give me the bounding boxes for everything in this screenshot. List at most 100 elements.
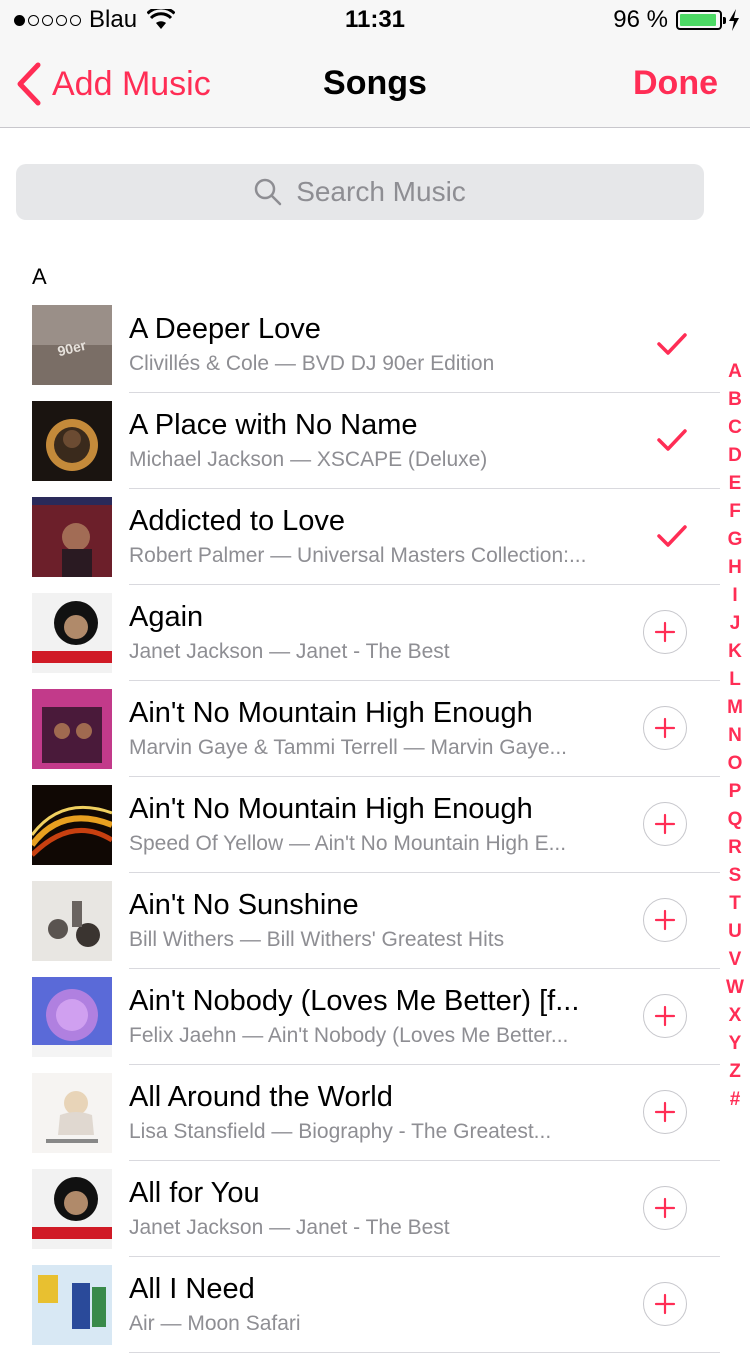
song-subtitle: Janet Jackson — Janet - The Best — [129, 640, 450, 663]
song-subtitle: Speed Of Yellow — Ain't No Mountain High… — [129, 832, 567, 855]
index-letter[interactable]: E — [724, 470, 746, 498]
add-song-button[interactable] — [643, 1282, 687, 1326]
song-title: All I Need — [129, 1273, 255, 1305]
plus-icon — [654, 717, 676, 739]
index-letter[interactable]: U — [724, 918, 746, 946]
album-art — [32, 401, 112, 481]
index-letter[interactable]: M — [724, 694, 746, 722]
plus-icon — [654, 1197, 676, 1219]
add-song-button[interactable] — [643, 706, 687, 750]
index-letter[interactable]: J — [724, 610, 746, 638]
song-title: A Place with No Name — [129, 409, 418, 441]
index-letter[interactable]: Y — [724, 1030, 746, 1058]
charging-bolt-icon — [729, 9, 739, 31]
song-subtitle: Robert Palmer — Universal Masters Collec… — [129, 544, 587, 567]
index-letter[interactable]: H — [724, 554, 746, 582]
song-title: Ain't No Mountain High Enough — [129, 697, 533, 729]
album-art — [32, 1073, 112, 1153]
add-song-button[interactable] — [643, 1186, 687, 1230]
done-button[interactable]: Done — [633, 64, 718, 103]
index-letter[interactable]: X — [724, 1002, 746, 1030]
index-letter[interactable]: W — [724, 974, 746, 1002]
search-icon — [254, 178, 282, 206]
add-song-button[interactable] — [643, 610, 687, 654]
song-row[interactable]: A Place with No Name Michael Jackson — X… — [0, 393, 720, 489]
index-letter[interactable]: R — [724, 834, 746, 862]
index-letter[interactable]: P — [724, 778, 746, 806]
back-button[interactable]: Add Music — [16, 62, 211, 106]
song-title: All Around the World — [129, 1081, 393, 1113]
section-index[interactable]: A B C D E F G H I J K L M N O P Q R S T … — [724, 358, 746, 1114]
index-letter[interactable]: D — [724, 442, 746, 470]
add-song-button[interactable] — [643, 994, 687, 1038]
album-art — [32, 593, 112, 673]
song-row[interactable]: Ain't No Mountain High Enough Marvin Gay… — [0, 681, 720, 777]
album-art — [32, 977, 112, 1057]
index-letter[interactable]: Z — [724, 1058, 746, 1086]
song-row[interactable]: All Around the World Lisa Stansfield — B… — [0, 1065, 720, 1161]
song-subtitle: Clivillés & Cole — BVD DJ 90er Edition — [129, 352, 495, 375]
index-letter[interactable]: K — [724, 638, 746, 666]
index-letter[interactable]: V — [724, 946, 746, 974]
song-title: Addicted to Love — [129, 505, 346, 537]
song-row[interactable]: Addicted to Love Robert Palmer — Univers… — [0, 489, 720, 585]
battery-level-fill — [680, 14, 717, 26]
index-letter[interactable]: G — [724, 526, 746, 554]
index-letter[interactable]: I — [724, 582, 746, 610]
song-subtitle: Lisa Stansfield — Biography - The Greate… — [129, 1120, 552, 1143]
song-row[interactable]: Ain't No Mountain High Enough Speed Of Y… — [0, 777, 720, 873]
song-row[interactable]: Ain't No Sunshine Bill Withers — Bill Wi… — [0, 873, 720, 969]
index-letter[interactable]: B — [724, 386, 746, 414]
album-art — [32, 1169, 112, 1249]
index-letter[interactable]: C — [724, 414, 746, 442]
song-subtitle: Janet Jackson — Janet - The Best — [129, 1216, 450, 1239]
index-letter[interactable]: F — [724, 498, 746, 526]
song-subtitle: Felix Jaehn — Ain't Nobody (Loves Me Bet… — [129, 1024, 569, 1047]
song-row[interactable]: 90er A Deeper Love Clivillés & Cole — BV… — [0, 297, 720, 393]
song-row[interactable]: All for You Janet Jackson — Janet - The … — [0, 1161, 720, 1257]
song-title: Ain't No Mountain High Enough — [129, 793, 533, 825]
song-subtitle: Bill Withers — Bill Withers' Greatest Hi… — [129, 928, 505, 951]
plus-icon — [654, 909, 676, 931]
navigation-bar: Add Music Songs Done — [0, 40, 750, 128]
song-title: Again — [129, 601, 204, 633]
checkmark-icon — [657, 429, 687, 451]
song-subtitle: Air — Moon Safari — [129, 1312, 301, 1335]
song-title: All for You — [129, 1177, 260, 1209]
chevron-left-icon — [17, 62, 41, 106]
album-art — [32, 689, 112, 769]
search-input[interactable]: Search Music — [16, 164, 704, 220]
song-title: Ain't Nobody (Loves Me Better) [f... — [129, 985, 580, 1017]
index-letter[interactable]: T — [724, 890, 746, 918]
add-song-button[interactable] — [643, 1090, 687, 1134]
battery-percent: 96 % — [613, 6, 668, 33]
back-button-label: Add Music — [52, 64, 211, 103]
song-title: A Deeper Love — [129, 313, 321, 345]
index-letter[interactable]: N — [724, 722, 746, 750]
index-letter[interactable]: S — [724, 862, 746, 890]
search-placeholder: Search Music — [296, 176, 466, 207]
song-subtitle: Marvin Gaye & Tammi Terrell — Marvin Gay… — [129, 736, 568, 759]
index-letter[interactable]: Q — [724, 806, 746, 834]
album-art — [32, 881, 112, 961]
checkmark-icon — [657, 333, 687, 355]
song-title: Ain't No Sunshine — [129, 889, 359, 921]
add-song-button[interactable] — [643, 898, 687, 942]
song-row[interactable]: Again Janet Jackson — Janet - The Best — [0, 585, 720, 681]
song-row[interactable]: Ain't Nobody (Loves Me Better) [f... Fel… — [0, 969, 720, 1065]
index-letter[interactable]: O — [724, 750, 746, 778]
song-row[interactable]: All I Need Air — Moon Safari — [0, 1257, 720, 1353]
album-art: 90er — [32, 305, 112, 385]
battery-icon — [676, 10, 726, 30]
index-letter[interactable]: # — [724, 1086, 746, 1114]
album-art — [32, 497, 112, 577]
plus-icon — [654, 1293, 676, 1315]
index-letter[interactable]: A — [724, 358, 746, 386]
status-bar: Blau 11:31 96 % — [0, 0, 750, 40]
song-subtitle: Michael Jackson — XSCAPE (Deluxe) — [129, 448, 488, 471]
checkmark-icon — [657, 525, 687, 547]
plus-icon — [654, 1005, 676, 1027]
add-song-button[interactable] — [643, 802, 687, 846]
index-letter[interactable]: L — [724, 666, 746, 694]
plus-icon — [654, 621, 676, 643]
